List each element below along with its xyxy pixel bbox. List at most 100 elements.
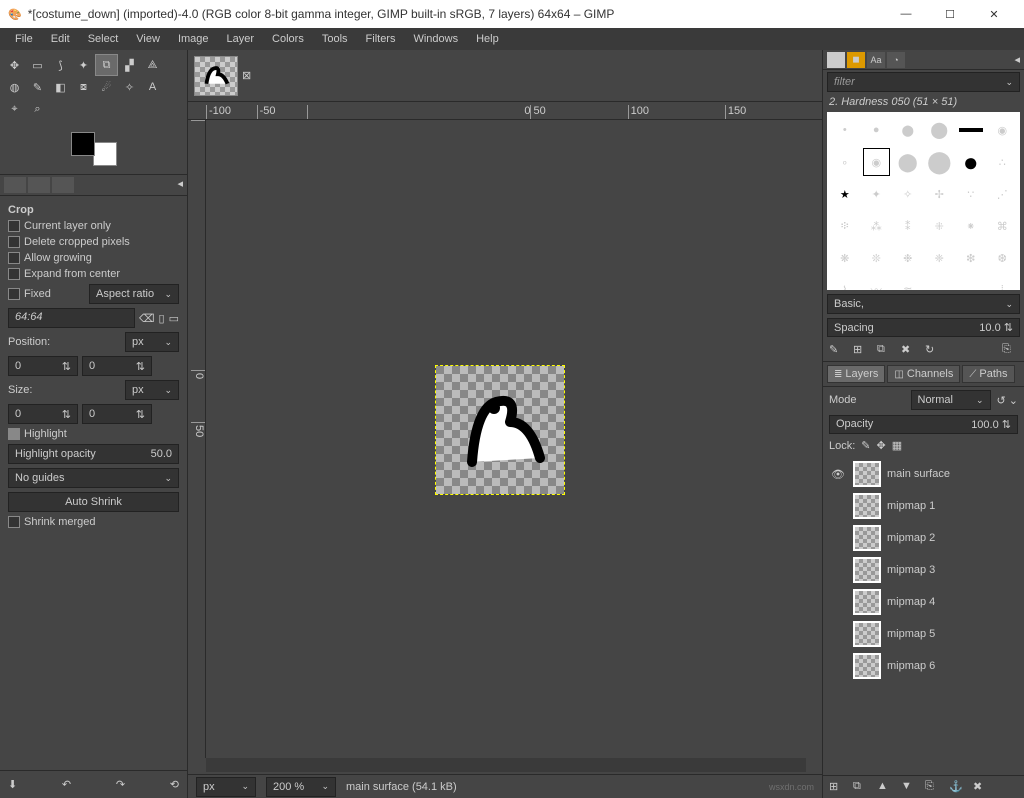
layer-row[interactable]: mipmap 1 [827,491,1020,521]
group-layer-icon[interactable]: ⧉ [853,780,869,794]
landscape-icon[interactable]: ▭ [169,312,179,325]
close-tab-icon[interactable]: ⊠ [242,69,251,82]
menu-windows[interactable]: Windows [404,31,467,47]
layer-thumb[interactable] [853,461,881,487]
layer-row[interactable]: mipmap 3 [827,555,1020,585]
menu-edit[interactable]: Edit [42,31,79,47]
edit-brush-icon[interactable]: ✎ [829,343,845,357]
open-brush-icon[interactable]: ⎘ [1002,343,1018,357]
close-button[interactable]: ✕ [972,0,1016,28]
current-layer-checkbox[interactable] [8,220,20,232]
highlight-opacity-value[interactable]: 50.0 [151,448,172,460]
down-layer-icon[interactable]: ▼ [901,780,917,794]
size-w-input[interactable]: 0⇅ [8,404,78,424]
menu-file[interactable]: File [6,31,42,47]
size-unit[interactable]: px⌄ [125,380,179,400]
pos-y-input[interactable]: 0⇅ [82,356,152,376]
canvas-area[interactable] [206,120,822,758]
menu-view[interactable]: View [127,31,169,47]
tool-options-tab[interactable] [4,177,26,193]
paths-tab[interactable]: ⟋ Paths [962,365,1014,383]
image-tab[interactable] [194,56,238,96]
maximize-button[interactable]: ☐ [928,0,972,28]
allow-growing-checkbox[interactable] [8,252,20,264]
del-layer-icon[interactable]: ✖ [973,780,989,794]
portrait-icon[interactable]: ▯ [159,312,165,325]
brush-preset-dropdown[interactable]: Basic,⌄ [827,294,1020,314]
highlight-checkbox[interactable] [8,428,20,440]
menu-filters[interactable]: Filters [357,31,405,47]
menu-layer[interactable]: Layer [218,31,264,47]
layer-row[interactable]: mipmap 2 [827,523,1020,553]
fixed-checkbox[interactable] [8,288,20,300]
menu-image[interactable]: Image [169,31,218,47]
auto-shrink-button[interactable]: Auto Shrink [8,492,179,512]
layer-row[interactable]: mipmap 6 [827,651,1020,681]
brush-filter-input[interactable]: filter⌄ [827,72,1020,92]
layer-row[interactable]: mipmap 5 [827,619,1020,649]
layer-row[interactable]: 👁main surface [827,459,1020,489]
lock-pixels-icon[interactable]: ✎ [861,439,870,452]
panel-menu-icon[interactable]: ◂ [177,177,183,193]
menu-help[interactable]: Help [467,31,508,47]
channels-tab[interactable]: ◫ Channels [887,365,960,383]
menu-colors[interactable]: Colors [263,31,313,47]
eraser-tool-icon[interactable]: ◧ [49,76,72,98]
fuzzy-select-tool-icon[interactable]: ✦ [72,54,95,76]
status-unit[interactable]: px⌄ [196,777,256,797]
menu-tools[interactable]: Tools [313,31,357,47]
bg-color-swatch[interactable] [93,142,117,166]
shrink-merged-checkbox[interactable] [8,516,20,528]
brush-tool-icon[interactable]: ✎ [26,76,49,98]
color-swatches[interactable] [71,132,117,166]
position-unit[interactable]: px⌄ [125,332,179,352]
crop-tool-icon[interactable]: ⧉ [95,54,118,76]
bucket-tool-icon[interactable]: ◍ [3,76,26,98]
opacity-slider[interactable]: Opacity100.0 ⇅ [829,415,1018,434]
patterns-tab[interactable]: ◼ [847,52,865,68]
panel-menu-icon[interactable]: ◂ [1014,53,1020,66]
ratio-input[interactable]: 64:64 [8,308,135,328]
images-tab[interactable] [52,177,74,193]
picker-tool-icon[interactable]: ⌖ [3,98,26,120]
up-layer-icon[interactable]: ▲ [877,780,893,794]
menu-select[interactable]: Select [79,31,128,47]
clear-ratio-icon[interactable]: ⌫ [139,312,155,325]
guides-dropdown[interactable]: No guides⌄ [8,468,179,488]
layers-tab[interactable]: ≣ Layers [827,365,885,383]
redo-icon[interactable]: ↷ [116,778,125,791]
undo-icon[interactable]: ↶ [62,778,71,791]
canvas[interactable] [436,366,564,494]
status-zoom[interactable]: 200 %⌄ [266,777,336,797]
minimize-button[interactable]: — [884,0,928,28]
pos-x-input[interactable]: 0⇅ [8,356,78,376]
move-tool-icon[interactable]: ✥ [3,54,26,76]
refresh-brush-icon[interactable]: ↻ [925,343,941,357]
del-brush-icon[interactable]: ✖ [901,343,917,357]
scrollbar-horizontal[interactable] [206,758,806,772]
expand-center-checkbox[interactable] [8,268,20,280]
dup-layer-icon[interactable]: ⎘ [925,780,941,794]
delete-cropped-checkbox[interactable] [8,236,20,248]
clone-tool-icon[interactable]: ⧇ [72,76,95,98]
text-tool-icon[interactable]: A [141,76,164,98]
brushes-tab[interactable]: ◼ [827,52,845,68]
warp-tool-icon[interactable]: ⟁ [141,54,164,76]
transform-tool-icon[interactable]: ▞ [118,54,141,76]
eye-icon[interactable]: 👁 [829,468,847,481]
zoom-tool-icon[interactable]: ⌕ [26,98,49,120]
smudge-tool-icon[interactable]: ☄ [95,76,118,98]
brush-spacing[interactable]: Spacing10.0 ⇅ [827,318,1020,337]
mode-reset-icon[interactable]: ↺ ⌄ [997,394,1019,407]
anchor-icon[interactable]: ⚓ [949,780,965,794]
history-tab[interactable]: ◔ [887,52,905,68]
new-layer-icon[interactable]: ⊞ [829,780,845,794]
fonts-tab[interactable]: Aa [867,52,885,68]
aspect-dropdown[interactable]: Aspect ratio⌄ [89,284,179,304]
brush-grid[interactable]: •●⬤⬤◉ ∘◉⬤⬤●∴ ★✦✧✢∵⋰ ፨⁂⁑⁜⁕⌘ ❋❊❉❈❇❆ ⌇〰≋⋯…⁞ [827,112,1020,290]
rect-select-tool-icon[interactable]: ▭ [26,54,49,76]
save-options-icon[interactable]: ⬇ [8,778,17,791]
path-tool-icon[interactable]: ✧ [118,76,141,98]
reset-icon[interactable]: ⟲ [170,778,179,791]
lock-alpha-icon[interactable]: ▦ [892,439,902,452]
